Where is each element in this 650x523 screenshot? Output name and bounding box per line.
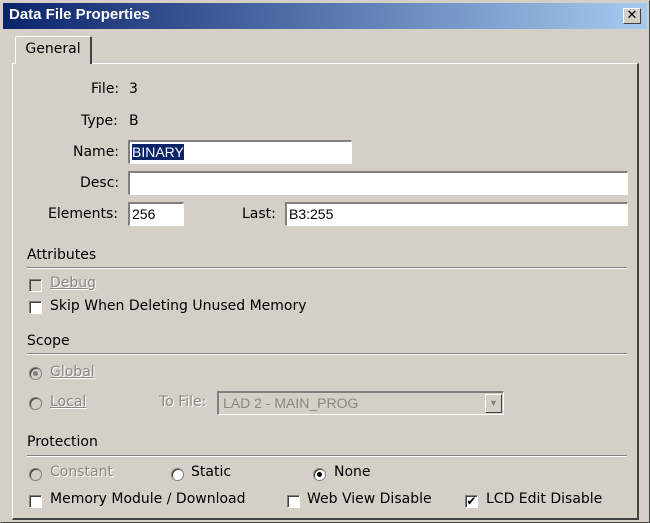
constant-label: Constant bbox=[50, 464, 113, 480]
general-tab-panel bbox=[12, 63, 639, 520]
elements-input[interactable]: 256 bbox=[128, 202, 184, 226]
window-title: Data File Properties bbox=[9, 6, 150, 23]
constant-radio[interactable] bbox=[29, 468, 42, 481]
last-input-value: B3:255 bbox=[289, 206, 334, 222]
dialog-window: Data File Properties ✕ General File: 3 T… bbox=[0, 0, 650, 523]
web-view-disable-checkbox[interactable] bbox=[287, 495, 300, 508]
type-value: B bbox=[129, 113, 139, 129]
close-icon: ✕ bbox=[626, 8, 638, 23]
chevron-down-icon[interactable]: ▼ bbox=[485, 394, 502, 413]
protection-divider bbox=[27, 455, 627, 457]
local-label: Local bbox=[50, 394, 87, 410]
name-input-value: BINARY bbox=[132, 144, 184, 160]
none-label: None bbox=[334, 464, 371, 480]
none-radio[interactable] bbox=[313, 468, 326, 481]
static-label: Static bbox=[191, 464, 232, 480]
global-label: Global bbox=[50, 364, 95, 380]
file-label: File: bbox=[91, 81, 120, 97]
tab-general[interactable]: General bbox=[15, 36, 92, 64]
file-value: 3 bbox=[129, 81, 138, 97]
scope-heading: Scope bbox=[27, 333, 70, 349]
memory-module-checkbox[interactable] bbox=[29, 495, 42, 508]
to-file-value: LAD 2 - MAIN_PROG bbox=[223, 395, 359, 411]
to-file-label: To File: bbox=[159, 394, 207, 410]
name-input[interactable]: BINARY bbox=[128, 140, 352, 164]
last-label: Last: bbox=[242, 206, 276, 222]
last-input[interactable]: B3:255 bbox=[285, 202, 628, 226]
desc-label: Desc: bbox=[80, 175, 120, 191]
debug-checkbox[interactable] bbox=[29, 279, 42, 292]
attributes-heading: Attributes bbox=[27, 247, 97, 263]
lcd-edit-disable-label: LCD Edit Disable bbox=[486, 491, 603, 507]
memory-module-label: Memory Module / Download bbox=[50, 491, 246, 507]
skip-unused-label: Skip When Deleting Unused Memory bbox=[50, 298, 307, 314]
name-label: Name: bbox=[73, 144, 120, 160]
global-radio[interactable] bbox=[29, 367, 42, 380]
local-radio[interactable] bbox=[29, 397, 42, 410]
debug-label: Debug bbox=[50, 275, 97, 291]
to-file-dropdown[interactable]: LAD 2 - MAIN_PROG ▼ bbox=[217, 391, 504, 415]
checkmark-icon: ✔ bbox=[466, 494, 477, 508]
attributes-divider bbox=[27, 267, 627, 269]
title-bar[interactable]: Data File Properties ✕ bbox=[3, 3, 647, 29]
tab-general-label: General bbox=[25, 41, 81, 57]
web-view-disable-label: Web View Disable bbox=[307, 491, 432, 507]
desc-input[interactable] bbox=[128, 171, 628, 195]
elements-label: Elements: bbox=[48, 206, 118, 222]
protection-heading: Protection bbox=[27, 434, 98, 450]
skip-unused-checkbox[interactable] bbox=[29, 301, 42, 314]
scope-divider bbox=[27, 353, 627, 355]
lcd-edit-disable-checkbox[interactable]: ✔ bbox=[465, 495, 478, 508]
elements-input-value: 256 bbox=[132, 206, 156, 222]
close-button[interactable]: ✕ bbox=[623, 8, 641, 24]
type-label: Type: bbox=[81, 113, 118, 129]
static-radio[interactable] bbox=[171, 468, 184, 481]
